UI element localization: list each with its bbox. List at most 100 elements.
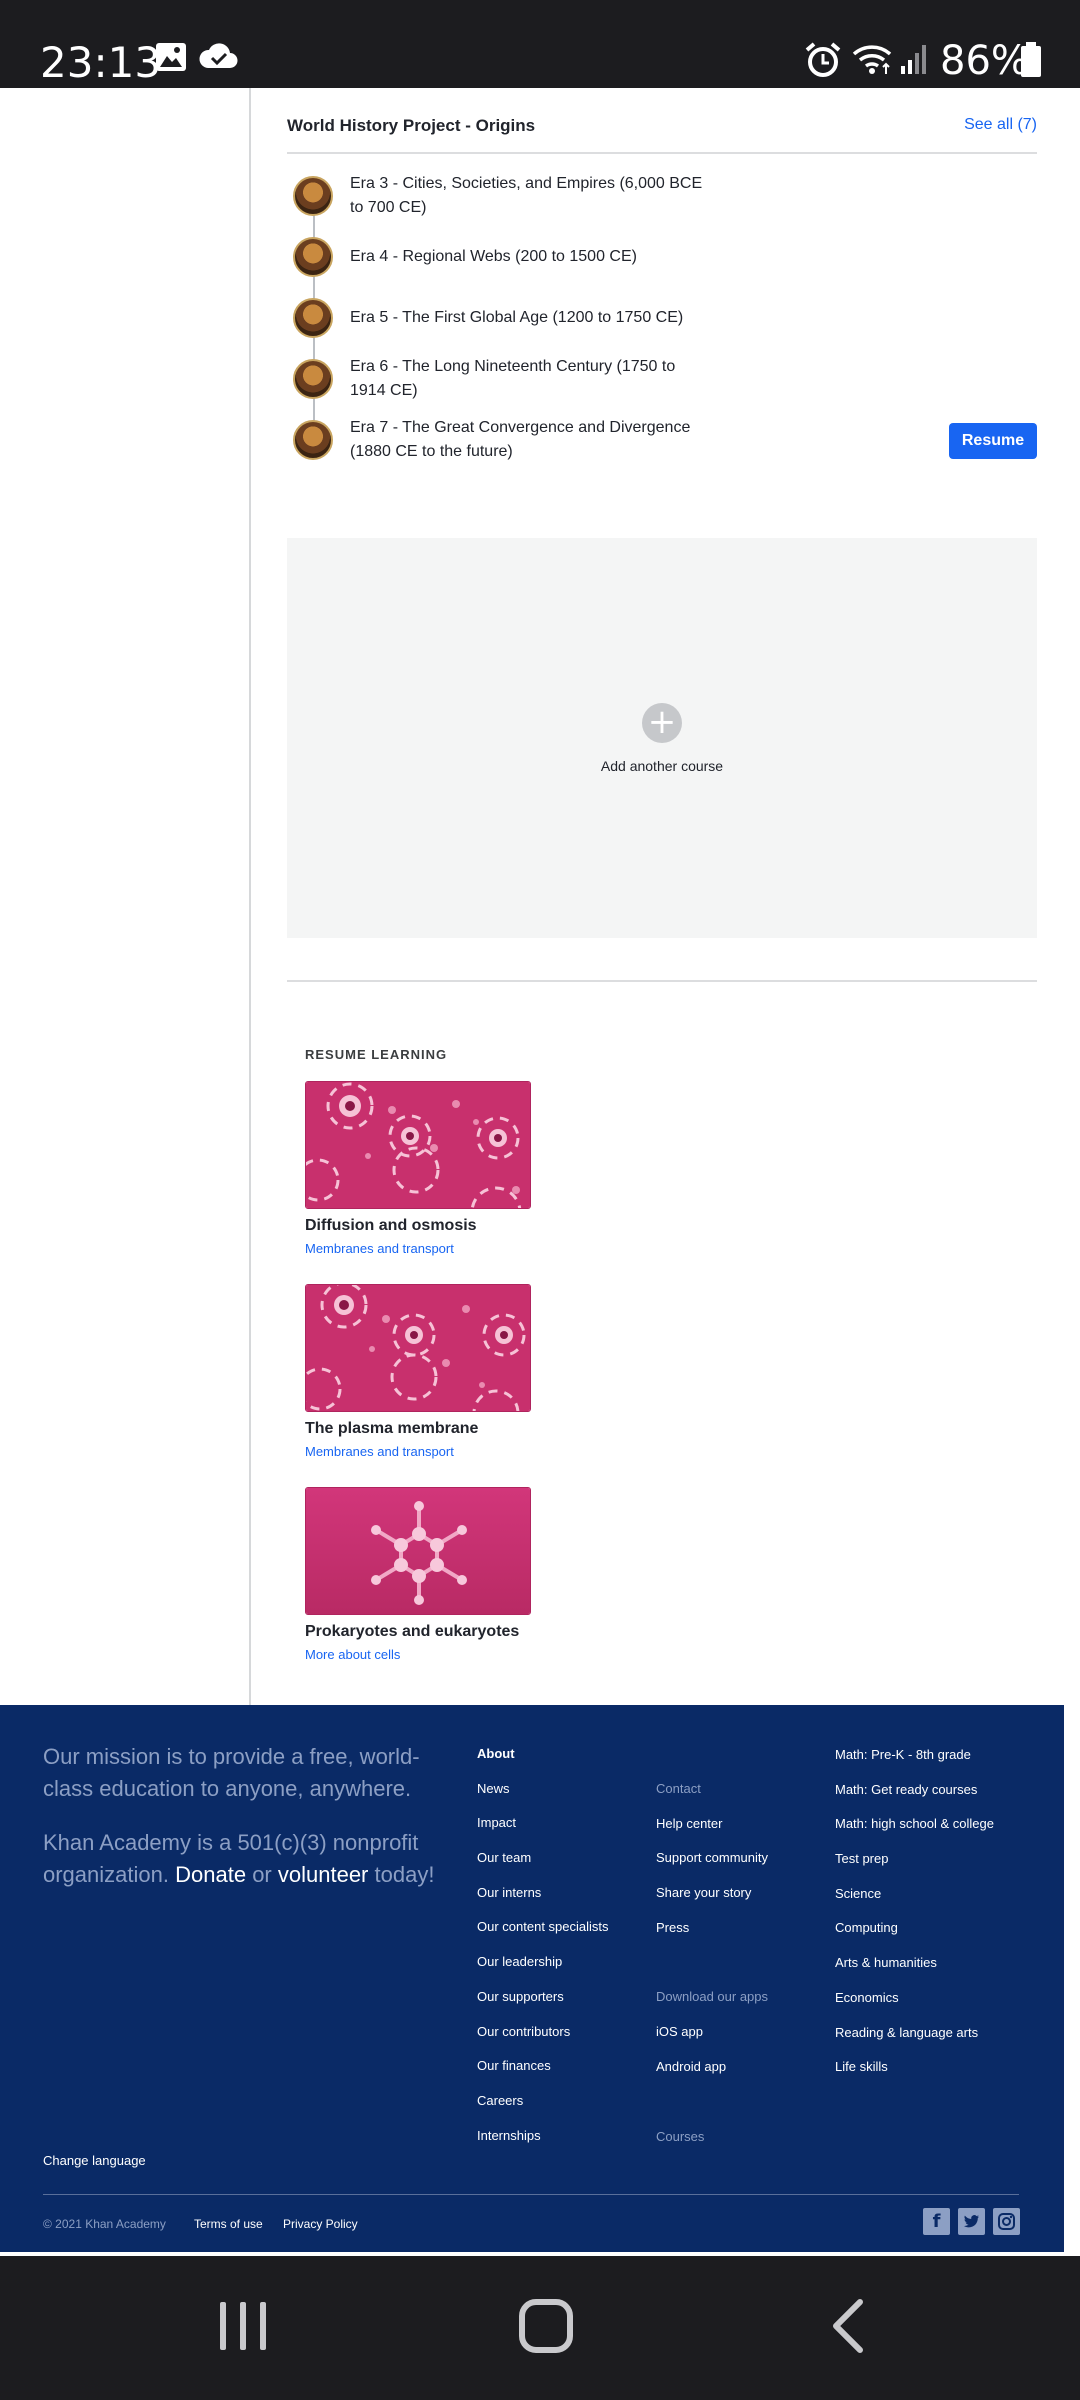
donate-link[interactable]: Donate [175, 1862, 246, 1887]
change-language-link[interactable]: Change language [43, 2153, 146, 2168]
mission-statement: Our mission is to provide a free, world-… [43, 1744, 420, 1801]
era-label[interactable]: Era 7 - The Great Convergence and Diverg… [350, 416, 710, 464]
site-footer: Our mission is to provide a free, world-… [0, 1705, 1064, 2252]
footer-contact-column: Contact Help center Support community Sh… [656, 1779, 768, 2161]
footer-link[interactable]: Internships [477, 2126, 609, 2161]
card-subtitle-link[interactable]: More about cells [305, 1647, 531, 1662]
left-sidebar [0, 88, 251, 1705]
footer-divider [43, 2194, 1019, 2195]
privacy-link[interactable]: Privacy Policy [283, 2217, 358, 2231]
or-text: or [252, 1862, 272, 1887]
volunteer-link[interactable]: volunteer [278, 1862, 369, 1887]
card-subtitle-link[interactable]: Membranes and transport [305, 1444, 531, 1459]
era-item[interactable]: Era 7 - The Great Convergence and Diverg… [287, 412, 1037, 472]
back-icon[interactable] [830, 2298, 866, 2354]
cellular-signal-icon [901, 45, 926, 74]
twitter-icon[interactable] [958, 2208, 985, 2235]
era-item[interactable]: Era 3 - Cities, Societies, and Empires (… [287, 168, 1037, 228]
footer-link[interactable]: Our interns [477, 1883, 609, 1918]
card-title[interactable]: Prokaryotes and eukaryotes [305, 1623, 531, 1641]
footer-link[interactable]: Math: Get ready courses [835, 1780, 994, 1815]
alarm-icon [805, 42, 841, 77]
today-text: today! [374, 1862, 435, 1887]
card-title[interactable]: The plasma membrane [305, 1420, 531, 1438]
era-label[interactable]: Era 6 - The Long Nineteenth Century (175… [350, 355, 710, 403]
footer-link[interactable]: Our leadership [477, 1952, 609, 1987]
footer-subjects-column: Math: Pre-K - 8th grade Math: Get ready … [835, 1745, 994, 2092]
footer-link[interactable]: Our contributors [477, 2022, 609, 2057]
era-item[interactable]: Era 6 - The Long Nineteenth Century (175… [287, 351, 1037, 411]
see-all-link[interactable]: See all (7) [964, 116, 1037, 134]
gallery-notification-icon [156, 43, 186, 71]
apps-heading: Download our apps [656, 1989, 769, 2005]
wifi-icon [852, 45, 892, 74]
facebook-icon[interactable]: f [923, 2208, 950, 2235]
system-nav-bar [0, 2256, 1080, 2400]
footer-link[interactable]: Android app [656, 2057, 768, 2092]
footer-link[interactable]: Life skills [835, 2057, 994, 2092]
plus-icon[interactable]: + [642, 703, 682, 743]
footer-link[interactable]: Arts & humanities [835, 1953, 994, 1988]
era-label[interactable]: Era 4 - Regional Webs (200 to 1500 CE) [350, 245, 710, 269]
footer-link[interactable]: Press [656, 1918, 768, 1953]
footer-link[interactable]: Our content specialists [477, 1917, 609, 1952]
footer-link[interactable]: Economics [835, 1988, 994, 2023]
footer-link[interactable]: Impact [477, 1813, 609, 1848]
footer-link[interactable]: News [477, 1779, 609, 1814]
instagram-icon[interactable] [993, 2208, 1020, 2235]
courses-heading: Courses [656, 2128, 705, 2144]
terms-link[interactable]: Terms of use [194, 2217, 263, 2231]
footer-link[interactable]: Share your story [656, 1883, 768, 1918]
footer-link[interactable]: Our supporters [477, 1987, 609, 2022]
home-icon[interactable] [518, 2298, 574, 2354]
resume-button[interactable]: Resume [949, 423, 1037, 459]
era-label[interactable]: Era 5 - The First Global Age (1200 to 17… [350, 306, 710, 330]
contact-heading: Contact [656, 1781, 701, 1796]
era-label[interactable]: Era 3 - Cities, Societies, and Empires (… [350, 172, 710, 220]
nonprofit-statement: Khan Academy is a 501(c)(3) nonprofit or… [43, 1827, 443, 1891]
era-thumbnail [293, 298, 333, 338]
footer-link[interactable]: Reading & language arts [835, 2023, 994, 2058]
footer-link[interactable]: Support community [656, 1848, 768, 1883]
era-item[interactable]: Era 5 - The First Global Age (1200 to 17… [287, 290, 1037, 350]
course-title[interactable]: World History Project - Origins [287, 116, 535, 136]
battery-percentage: 86% [940, 38, 1029, 84]
page: World History Project - Origins See all … [0, 88, 1080, 2252]
card-thumbnail[interactable] [305, 1284, 531, 1412]
about-heading: About [477, 1746, 515, 1761]
copyright: © 2021 Khan Academy [43, 2217, 166, 2231]
resume-card[interactable]: Diffusion and osmosis Membranes and tran… [305, 1081, 531, 1256]
recent-apps-icon[interactable] [218, 2300, 268, 2352]
card-subtitle-link[interactable]: Membranes and transport [305, 1241, 531, 1256]
card-thumbnail[interactable] [305, 1081, 531, 1209]
battery-icon [1021, 42, 1041, 77]
footer-link[interactable]: Computing [835, 1918, 994, 1953]
add-course-label[interactable]: Add another course [287, 758, 1037, 774]
resume-learning-heading: RESUME LEARNING [305, 1047, 448, 1062]
era-item[interactable]: Era 4 - Regional Webs (200 to 1500 CE) [287, 229, 1037, 289]
era-thumbnail [293, 420, 333, 460]
footer-link[interactable]: Careers [477, 2091, 609, 2126]
card-thumbnail[interactable] [305, 1487, 531, 1615]
era-thumbnail [293, 176, 333, 216]
resume-card[interactable]: Prokaryotes and eukaryotes More about ce… [305, 1487, 531, 1662]
footer-link[interactable]: Science [835, 1884, 994, 1919]
footer-link[interactable]: Help center [656, 1814, 768, 1849]
footer-link[interactable]: Math: Pre-K - 8th grade [835, 1745, 994, 1780]
cloud-sync-icon [199, 43, 238, 68]
era-thumbnail [293, 359, 333, 399]
era-list: Era 3 - Cities, Societies, and Empires (… [287, 168, 1037, 488]
footer-about-column: About News Impact Our team Our interns O… [477, 1744, 609, 2160]
footer-link[interactable]: Test prep [835, 1849, 994, 1884]
era-thumbnail [293, 237, 333, 277]
footer-link[interactable]: iOS app [656, 2022, 768, 2057]
add-course-panel[interactable]: + Add another course [287, 538, 1037, 938]
section-divider [287, 980, 1037, 982]
course-header: World History Project - Origins See all … [287, 108, 1037, 154]
footer-link[interactable]: Our team [477, 1848, 609, 1883]
resume-card[interactable]: The plasma membrane Membranes and transp… [305, 1284, 531, 1459]
footer-link[interactable]: Math: high school & college [835, 1814, 994, 1849]
status-time: 23:13 [40, 38, 162, 87]
footer-link[interactable]: Our finances [477, 2056, 609, 2091]
card-title[interactable]: Diffusion and osmosis [305, 1217, 531, 1235]
